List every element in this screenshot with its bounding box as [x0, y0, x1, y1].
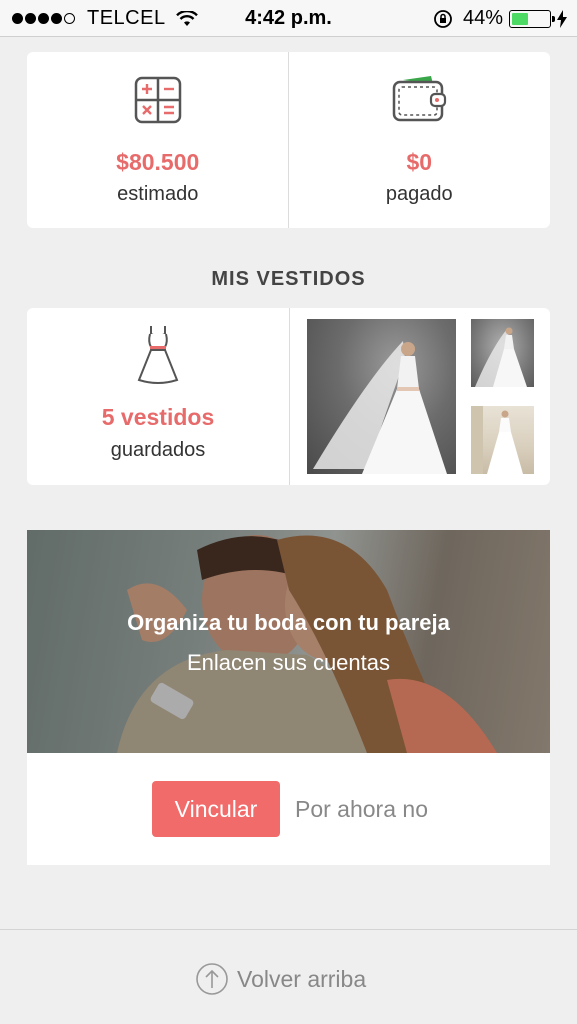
status-right: 44% — [433, 7, 567, 30]
dresses-section-title: MIS VESTIDOS — [211, 268, 366, 290]
estimated-label: estimado — [117, 183, 199, 205]
wallet-icon — [289, 74, 551, 124]
dress-photo-thumb[interactable] — [471, 406, 534, 474]
couple-title: Organiza tu boda con tu pareja — [127, 610, 450, 635]
back-to-top-label: Volver arriba — [237, 965, 367, 992]
charging-bolt-icon — [557, 9, 567, 28]
dresses-card[interactable]: 5 vestidos guardados — [27, 308, 550, 485]
saved-dresses-summary[interactable]: 5 vestidos guardados — [27, 308, 289, 485]
dress-saved-label: guardados — [110, 439, 206, 461]
back-to-top-button[interactable]: Volver arriba — [195, 962, 366, 996]
dress-photo-main[interactable] — [307, 319, 456, 474]
paid-budget[interactable]: $0 pagado — [289, 52, 551, 228]
calculator-icon — [27, 76, 289, 124]
arrow-up-icon — [196, 963, 228, 995]
status-bar: TELCEL 4:42 p.m. 44% — [0, 0, 577, 37]
not-now-button[interactable]: Por ahora no — [293, 781, 430, 837]
dress-count: 5 vestidos — [101, 404, 215, 430]
couple-link-card: Organiza tu boda con tu pareja Enlacen s… — [27, 530, 550, 865]
footer: Volver arriba — [0, 929, 577, 1024]
battery-percentage: 44% — [462, 7, 503, 29]
estimated-amount: $80.500 — [116, 149, 200, 175]
couple-photo: Organiza tu boda con tu pareja Enlacen s… — [27, 530, 550, 753]
dress-icon — [27, 324, 289, 386]
estimated-budget[interactable]: $80.500 estimado — [27, 52, 289, 228]
rotation-lock-icon — [434, 9, 452, 28]
battery-icon — [509, 9, 555, 28]
paid-amount: $0 — [406, 149, 433, 175]
divider — [289, 308, 290, 485]
budget-card[interactable]: $80.500 estimado $0 pagado — [27, 52, 550, 228]
couple-subtitle: Enlacen sus cuentas — [186, 650, 391, 675]
paid-label: pagado — [385, 183, 453, 205]
dress-photo-thumb[interactable] — [471, 319, 534, 387]
link-account-button[interactable]: Vincular — [152, 781, 280, 837]
